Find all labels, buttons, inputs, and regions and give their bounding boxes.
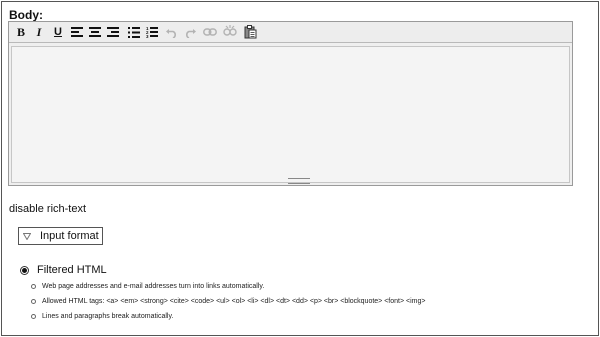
bullet-icon [31, 299, 36, 304]
numbered-list-icon: 1 2 3 [146, 26, 158, 38]
undo-icon [166, 28, 176, 38]
svg-text:3: 3 [146, 34, 149, 38]
format-tip: Web page addresses and e-mail addresses … [31, 283, 425, 298]
paste-button[interactable] [242, 24, 258, 40]
format-tip: Lines and paragraphs break automatically… [31, 313, 425, 328]
underline-button[interactable]: U [50, 24, 66, 40]
unlink-button[interactable] [222, 24, 238, 40]
paste-icon [244, 25, 256, 39]
body-field-label: Body: [9, 8, 43, 22]
bullet-list-button[interactable] [126, 24, 142, 40]
align-right-icon [107, 27, 119, 37]
link-button[interactable] [202, 24, 218, 40]
format-tip-text: Allowed HTML tags: <a> <em> <strong> <ci… [42, 298, 426, 305]
disable-rich-text-link[interactable]: disable rich-text [9, 203, 86, 215]
bold-icon: B [16, 24, 25, 39]
rich-text-editor: B I U 1 2 3 [8, 21, 573, 186]
input-format-toggle[interactable]: Input format [18, 227, 103, 245]
resize-grip[interactable] [288, 178, 310, 184]
bold-button[interactable]: B [13, 24, 29, 40]
redo-button[interactable] [182, 24, 198, 40]
undo-button[interactable] [164, 24, 180, 40]
body-textarea[interactable] [11, 46, 570, 183]
align-center-icon [89, 27, 101, 37]
triangle-down-icon [22, 231, 32, 241]
align-right-button[interactable] [105, 24, 121, 40]
italic-icon: I [36, 24, 42, 39]
format-tips-list: Web page addresses and e-mail addresses … [31, 283, 425, 328]
align-left-button[interactable] [69, 24, 85, 40]
link-icon [203, 28, 217, 36]
input-format-legend: Input format [40, 230, 99, 242]
bullet-icon [31, 314, 36, 319]
filtered-html-option[interactable]: Filtered HTML [20, 264, 107, 276]
bullet-list-icon [128, 26, 140, 38]
filtered-html-label: Filtered HTML [37, 264, 107, 276]
format-tip-text: Web page addresses and e-mail addresses … [42, 283, 265, 290]
italic-button[interactable]: I [31, 24, 47, 40]
unlink-icon [223, 25, 237, 36]
align-center-button[interactable] [87, 24, 103, 40]
filtered-html-radio[interactable] [20, 265, 29, 275]
format-tip: Allowed HTML tags: <a> <em> <strong> <ci… [31, 298, 425, 313]
redo-icon [186, 28, 196, 38]
numbered-list-button[interactable]: 1 2 3 [144, 24, 160, 40]
align-left-icon [71, 27, 83, 37]
format-tip-text: Lines and paragraphs break automatically… [42, 313, 174, 320]
bullet-icon [31, 284, 36, 289]
editor-toolbar: B I U 1 2 3 [9, 22, 572, 43]
underline-icon: U [54, 26, 62, 38]
